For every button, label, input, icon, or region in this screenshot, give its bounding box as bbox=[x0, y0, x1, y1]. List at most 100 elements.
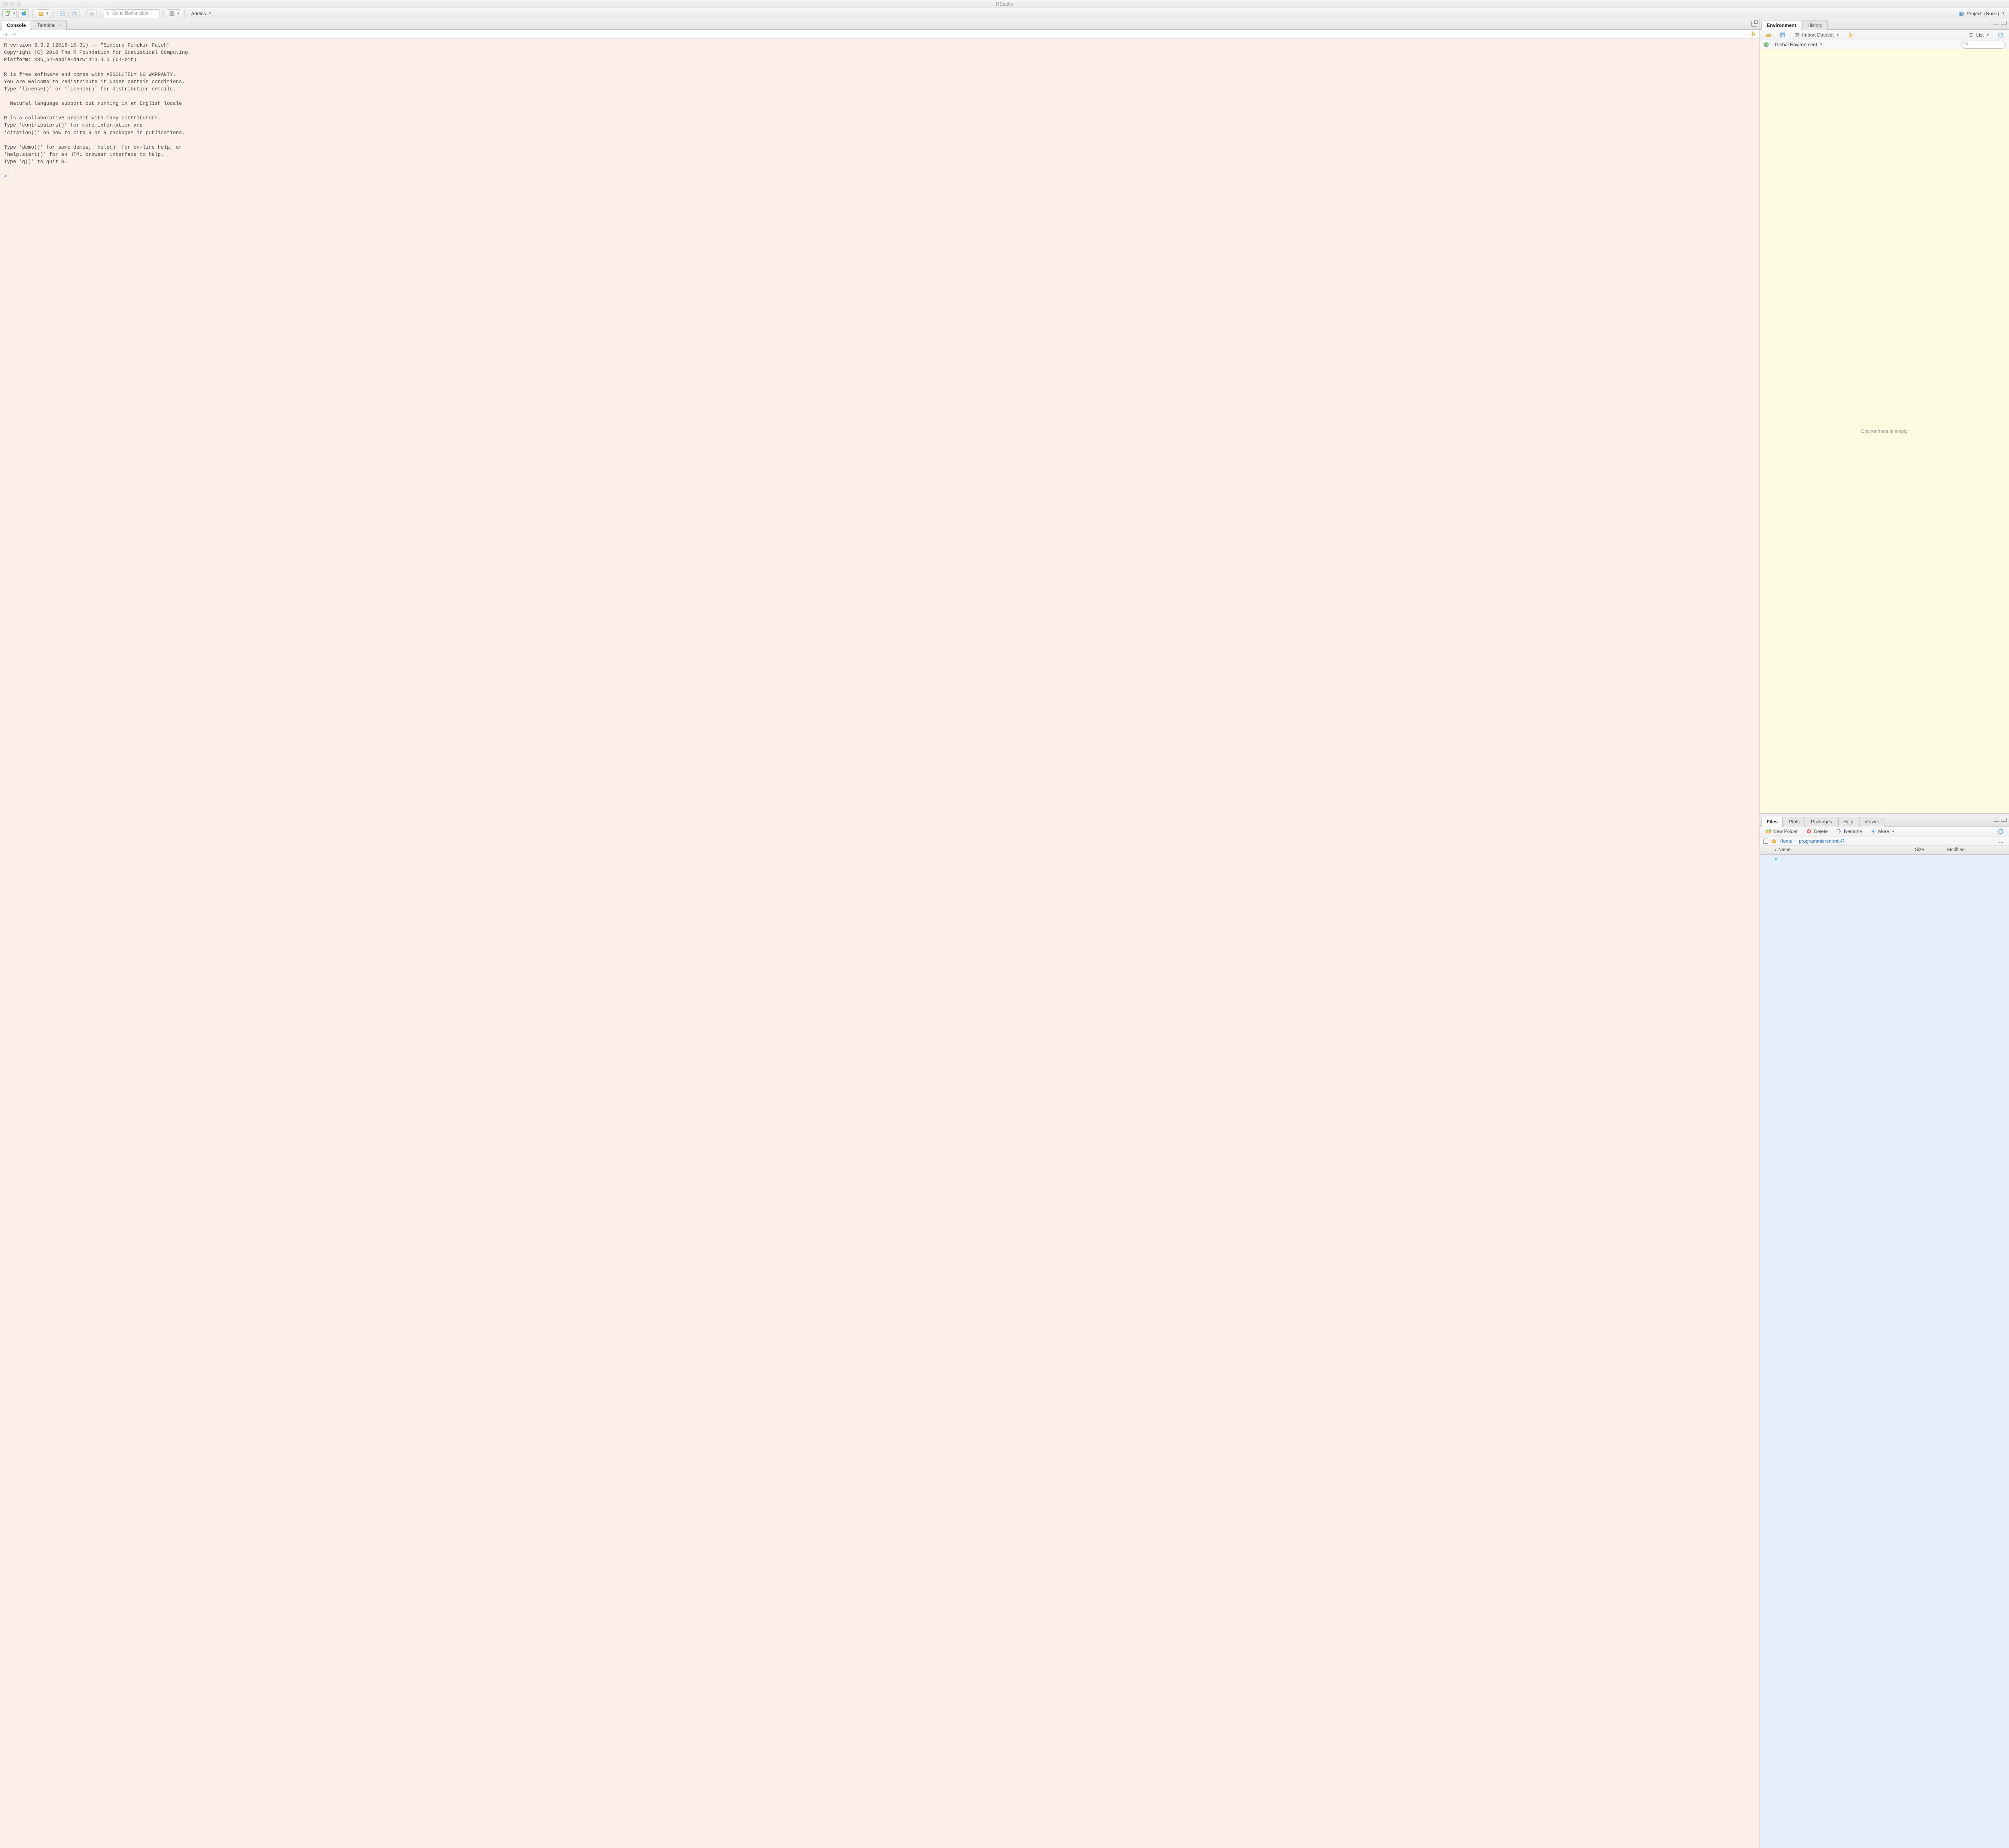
window-close-button[interactable] bbox=[3, 2, 8, 6]
tab-viewer[interactable]: Viewer bbox=[1859, 817, 1884, 827]
project-menu[interactable]: R Project: (None) ▼ bbox=[1956, 10, 2007, 17]
gear-icon bbox=[1870, 828, 1876, 835]
tab-files[interactable]: Files bbox=[1761, 817, 1783, 827]
env-view-label: List bbox=[1976, 32, 1984, 38]
environment-scope-selector[interactable]: Global Environment ▼ bbox=[1772, 41, 1825, 49]
project-icon: R bbox=[1958, 10, 1964, 17]
rename-label: Rename bbox=[1844, 829, 1862, 834]
refresh-button[interactable] bbox=[1995, 31, 2007, 39]
files-column-header: ▲ Name Size Modified bbox=[1760, 846, 2009, 855]
files-toolbar: New Folder Delete Rename bbox=[1760, 827, 2009, 837]
clear-console-icon[interactable] bbox=[1750, 31, 1756, 37]
save-workspace-button[interactable] bbox=[1777, 31, 1789, 39]
more-menu[interactable]: More ▼ bbox=[1867, 827, 1897, 835]
environment-scope-bar: Global Environment ▼ bbox=[1760, 40, 2009, 49]
tab-plots[interactable]: Plots bbox=[1784, 817, 1805, 827]
tab-history[interactable]: History bbox=[1802, 20, 1827, 30]
new-file-button[interactable]: ▼ bbox=[2, 9, 17, 18]
refresh-files-button[interactable] bbox=[1995, 827, 2007, 835]
maximize-pane-icon[interactable] bbox=[1751, 21, 1757, 27]
rename-icon bbox=[1836, 828, 1842, 835]
tab-packages[interactable]: Packages bbox=[1806, 817, 1837, 827]
chevron-down-icon: ▼ bbox=[12, 12, 16, 15]
column-header-name[interactable]: ▲ Name bbox=[1771, 847, 1913, 852]
env-view-toggle[interactable]: List ▼ bbox=[1965, 31, 1992, 39]
column-header-modified[interactable]: Modified bbox=[1945, 847, 2009, 852]
breadcrumb-home[interactable]: Home bbox=[1780, 838, 1792, 844]
print-icon bbox=[88, 10, 95, 17]
addins-menu[interactable]: Addins ▼ bbox=[188, 9, 215, 18]
window-titlebar: RStudio bbox=[0, 0, 2009, 8]
save-all-button[interactable] bbox=[69, 9, 80, 18]
project-label: Project: (None) bbox=[1966, 11, 1999, 16]
workspace-panes-button[interactable]: ▼ bbox=[167, 9, 181, 18]
tab-environment[interactable]: Environment bbox=[1761, 20, 1801, 30]
tab-files-label: Files bbox=[1767, 819, 1778, 825]
new-folder-label: New Folder bbox=[1773, 829, 1798, 834]
top-right-tabs: Environment History bbox=[1760, 19, 2009, 30]
tab-terminal[interactable]: Terminal × bbox=[32, 20, 67, 30]
sort-asc-icon: ▲ bbox=[1774, 848, 1777, 852]
tab-console[interactable]: Console bbox=[2, 20, 31, 30]
new-project-button[interactable] bbox=[18, 9, 29, 18]
file-row-up[interactable]: .. bbox=[1760, 855, 2009, 863]
new-folder-button[interactable]: New Folder bbox=[1762, 827, 1800, 835]
chevron-down-icon: ▼ bbox=[46, 12, 49, 15]
delete-button[interactable]: Delete bbox=[1803, 827, 1831, 835]
goto-placeholder-text: Go to file/function bbox=[112, 11, 148, 16]
open-folder-icon bbox=[1765, 32, 1772, 38]
save-all-icon bbox=[71, 10, 78, 17]
import-dataset-label: Import Dataset bbox=[1802, 32, 1834, 38]
env-scope-label: Global Environment bbox=[1775, 42, 1817, 47]
column-name-label: Name bbox=[1778, 847, 1791, 852]
rename-button[interactable]: Rename bbox=[1833, 827, 1865, 835]
tab-plots-label: Plots bbox=[1789, 819, 1800, 825]
minimize-pane-icon[interactable] bbox=[1994, 21, 1999, 25]
chevron-down-icon: ▼ bbox=[2002, 12, 2005, 15]
tab-console-label: Console bbox=[7, 23, 26, 28]
clear-workspace-button[interactable] bbox=[1845, 31, 1857, 39]
print-button[interactable] bbox=[86, 9, 97, 18]
tab-help[interactable]: Help bbox=[1838, 817, 1859, 827]
home-icon[interactable] bbox=[1771, 838, 1777, 844]
breadcrumb-folder[interactable]: programmieren-mit-R bbox=[1799, 838, 1845, 844]
column-header-size[interactable]: Size bbox=[1913, 847, 1945, 852]
file-list: .. bbox=[1760, 855, 2009, 1848]
select-all-checkbox[interactable] bbox=[1763, 839, 1768, 844]
chevron-down-icon: ▼ bbox=[1892, 830, 1895, 833]
save-icon bbox=[1780, 32, 1786, 38]
left-pane-tabs: Console Terminal × bbox=[0, 19, 1759, 30]
tab-packages-label: Packages bbox=[1811, 819, 1832, 825]
window-traffic-lights bbox=[3, 2, 21, 6]
environment-empty-text: Environment is empty bbox=[1861, 428, 1907, 434]
chevron-right-icon: › bbox=[1795, 838, 1796, 844]
open-file-button[interactable]: ▼ bbox=[36, 9, 50, 18]
tab-environment-label: Environment bbox=[1767, 23, 1796, 28]
window-minimize-button[interactable] bbox=[10, 2, 14, 6]
broom-icon bbox=[1847, 32, 1854, 38]
tab-help-label: Help bbox=[1843, 819, 1854, 825]
goto-file-function-input[interactable]: ↳ Go to file/function bbox=[104, 9, 160, 18]
save-button[interactable] bbox=[57, 9, 68, 18]
minimize-pane-icon[interactable] bbox=[1994, 818, 1999, 822]
up-folder-icon bbox=[1773, 855, 1779, 862]
more-label: More bbox=[1878, 829, 1889, 834]
window-zoom-button[interactable] bbox=[17, 2, 21, 6]
view-dir-icon[interactable] bbox=[10, 31, 17, 37]
chevron-down-icon: ▼ bbox=[177, 12, 180, 15]
load-workspace-button[interactable] bbox=[1762, 31, 1774, 39]
chevron-down-icon: ▼ bbox=[1986, 33, 1989, 37]
console-output[interactable]: R version 3.3.2 (2016-10-31) -- "Sincere… bbox=[0, 39, 1759, 1848]
new-folder-icon bbox=[1765, 828, 1772, 835]
close-icon[interactable]: × bbox=[59, 23, 61, 28]
environment-body: Environment is empty bbox=[1760, 49, 2009, 813]
window-title: RStudio bbox=[0, 1, 2009, 7]
path-more-button[interactable]: … bbox=[1997, 838, 2006, 844]
refresh-icon bbox=[1997, 828, 2004, 835]
console-path-bar: ~/ bbox=[0, 30, 1759, 39]
maximize-pane-icon[interactable] bbox=[2001, 818, 2007, 822]
import-dataset-button[interactable]: Import Dataset ▼ bbox=[1791, 31, 1842, 39]
refresh-icon bbox=[1997, 32, 2004, 38]
environment-search-input[interactable] bbox=[1962, 41, 2006, 49]
maximize-pane-icon[interactable] bbox=[2001, 21, 2007, 25]
